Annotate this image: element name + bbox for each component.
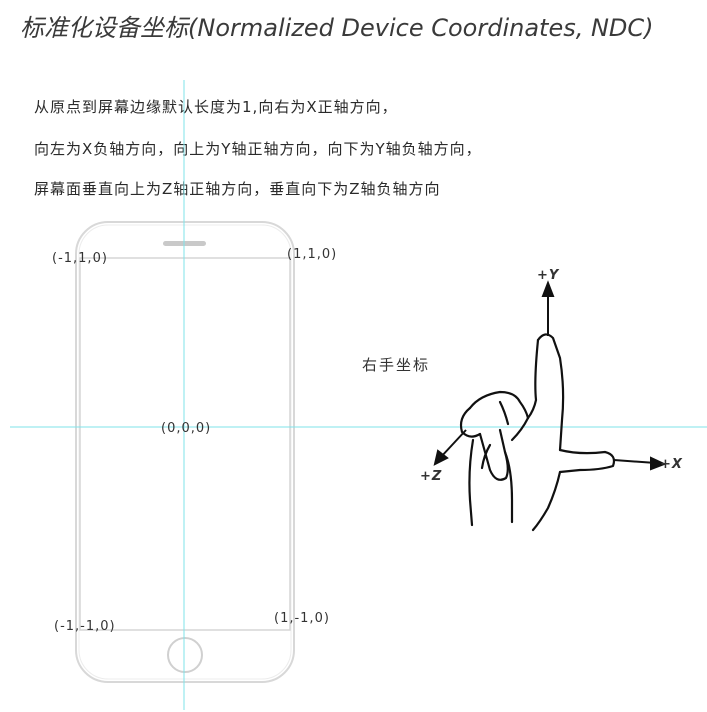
phone-screen [79,257,291,631]
y-arrow-head [541,280,555,297]
coord-top-left: (-1,1,0) [52,251,108,266]
x-arrow-line [613,459,657,464]
axis-label-z: +Z [420,469,443,484]
coord-top-right: (1,1,0) [287,247,338,262]
z-arrow-line [439,429,467,459]
home-button-icon [167,637,203,673]
coord-bottom-left: (-1,-1,0) [54,619,116,634]
phone-outline [75,221,295,683]
right-hand-icon [459,333,616,532]
axis-label-y: +Y [537,268,560,283]
right-hand-coordinate-label: 右手坐标 [362,356,431,374]
coord-bottom-right: (1,-1,0) [274,611,330,626]
axis-label-x: +X [660,457,683,472]
hand-axis-arrows [433,280,667,471]
ndc-diagram [10,80,707,710]
coord-center: (0,0,0) [161,421,212,436]
